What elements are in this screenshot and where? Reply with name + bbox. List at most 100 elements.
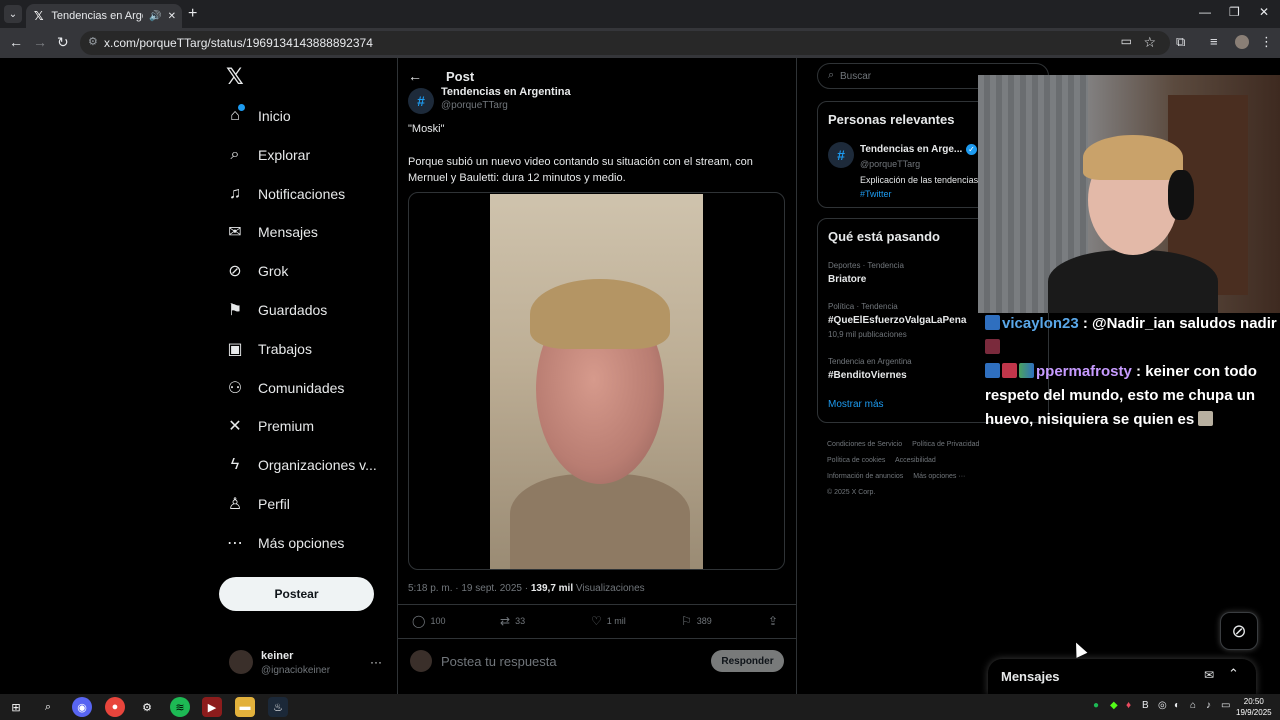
nav-item-premium[interactable]: ✕ Premium — [226, 417, 314, 435]
back-icon[interactable]: ← — [9, 34, 23, 50]
nav-item-notificaciones[interactable]: ♫ Notificaciones — [226, 185, 345, 203]
address-bar[interactable]: ⚙ x.com/porqueTTarg/status/1969134143888… — [80, 31, 1170, 55]
tray-bluetooth-icon[interactable]: B — [1142, 700, 1149, 711]
windows-taskbar: ⊞ ⌕ ◉ ● ⚙ ≋ ▶ ▬ ♨ ● ◆ ♦ B ◎ ◐ ⌂ ♪ ▭ — [0, 694, 1280, 720]
settings-icon[interactable]: ⚙ — [137, 697, 157, 717]
profile-avatar[interactable] — [1235, 35, 1249, 49]
tab-search-icon[interactable]: ⌄ — [4, 5, 22, 23]
author-avatar[interactable]: # — [408, 88, 434, 114]
install-app-icon[interactable]: ▭ — [1121, 34, 1132, 48]
new-message-icon[interactable]: ✉ — [1204, 668, 1214, 682]
messages-drawer[interactable]: Mensajes ✉ ⌃ — [988, 659, 1256, 695]
menu-icon[interactable]: ⋮ — [1260, 34, 1273, 50]
trend-name[interactable]: #QueElEsfuerzoValgaLaPena — [828, 315, 966, 326]
nav-item-grok[interactable]: ⊘ Grok — [226, 262, 288, 280]
tray-app-icon[interactable]: ◐ — [1174, 700, 1180, 711]
nav-item-comunidades[interactable]: ⚇ Comunidades — [226, 379, 345, 397]
close-tab-icon[interactable]: ✕ — [168, 11, 176, 22]
video-person-shirt — [510, 474, 690, 569]
account-avatar[interactable] — [229, 650, 253, 674]
chat-badge-icon — [1002, 363, 1017, 378]
tray-battery-icon[interactable]: ▭ — [1221, 700, 1230, 711]
share-action[interactable]: ⇪ — [768, 614, 778, 628]
footer-link[interactable]: Política de cookies — [827, 457, 885, 464]
nav-item-trabajos[interactable]: ▣ Trabajos — [226, 340, 312, 358]
like-count: 1 mil — [606, 616, 626, 626]
tray-volume-icon[interactable]: ♪ — [1206, 700, 1211, 711]
trend-name[interactable]: #BenditoViernes — [828, 370, 907, 381]
trend-name[interactable]: Briatore — [828, 274, 866, 285]
reload-icon[interactable]: ↻ — [57, 34, 69, 51]
nav-label: Perfil — [258, 496, 290, 512]
restore-icon[interactable]: ❐ — [1229, 5, 1240, 19]
reply-input[interactable]: Postea tu respuesta — [441, 654, 557, 669]
nav-item-organizaciones[interactable]: ϟ Organizaciones v... — [226, 456, 377, 474]
speaker-icon[interactable]: 🔊 — [149, 11, 161, 22]
footer-link[interactable]: Accesibilidad — [895, 457, 936, 464]
spotify-icon[interactable]: ≋ — [170, 697, 190, 717]
tray-mic-icon[interactable]: ♦ — [1126, 700, 1131, 711]
back-arrow-icon[interactable]: ← — [408, 68, 422, 84]
taskbar-clock[interactable]: 20:50 19/9/2025 — [1236, 696, 1272, 718]
like-action[interactable]: ♡ 1 mil — [591, 614, 626, 628]
relevant-avatar[interactable]: # — [828, 142, 854, 168]
author-name[interactable]: Tendencias en Argentina — [441, 86, 571, 98]
author-handle[interactable]: @porqueTTarg — [441, 100, 508, 111]
show-more-link[interactable]: Mostrar más — [828, 399, 884, 410]
nav-item-guardados[interactable]: ⚑ Guardados — [226, 301, 327, 319]
trend-count: 10,9 mil publicaciones — [828, 330, 907, 339]
post-timestamp[interactable]: 5:18 p. m. · 19 sept. 2025 · — [408, 583, 531, 594]
reply-button[interactable]: Responder — [711, 650, 784, 672]
repost-action[interactable]: ⇄ 33 — [500, 614, 525, 628]
footer-link[interactable]: Condiciones de Servicio — [827, 441, 902, 448]
reply-action[interactable]: ◯ 100 — [412, 614, 445, 628]
chrome-icon[interactable]: ● — [105, 697, 125, 717]
bookmark-action[interactable]: ⚐ 389 — [681, 614, 712, 628]
forward-icon[interactable]: → — [33, 34, 47, 50]
account-handle[interactable]: @ignaciokeiner — [261, 665, 330, 676]
search-icon[interactable]: ⌕ — [38, 697, 58, 717]
file-explorer-icon[interactable]: ▬ — [235, 697, 255, 717]
video-app-icon[interactable]: ▶ — [202, 697, 222, 717]
browser-tab[interactable]: 𝕏 Tendencias en Argentina en... 🔊 ✕ — [26, 4, 182, 28]
site-info-icon[interactable]: ⚙ — [88, 35, 98, 48]
minimize-icon[interactable]: — — [1199, 5, 1211, 19]
post-video[interactable] — [408, 192, 785, 570]
tray-kick-icon[interactable]: ◆ — [1110, 700, 1118, 711]
account-more-icon[interactable]: ··· — [370, 655, 382, 669]
bookmark-star-icon[interactable]: ☆ — [1143, 34, 1156, 51]
relevant-handle[interactable]: @porqueTTarg — [860, 159, 920, 169]
footer-link[interactable]: Información de anuncios — [827, 473, 903, 480]
extensions-icon[interactable]: ⧉ — [1176, 34, 1185, 50]
footer-link[interactable]: Más opciones ··· — [913, 473, 965, 480]
x-logo-icon[interactable]: 𝕏 — [226, 64, 244, 90]
tray-spotify-icon[interactable]: ● — [1093, 700, 1099, 711]
browser-toolbar: ← → ↻ ⚙ x.com/porqueTTarg/status/1969134… — [0, 28, 1280, 58]
windows-start-icon[interactable]: ⊞ — [6, 697, 26, 717]
tray-network-icon[interactable]: ⌂ — [1190, 700, 1196, 711]
nav-item-explorar[interactable]: ⌕ Explorar — [226, 146, 311, 164]
footer-link[interactable]: Política de Privacidad — [912, 441, 979, 448]
video-frame[interactable] — [490, 194, 703, 569]
relevant-name[interactable]: Tendencias en Arge... — [860, 144, 962, 155]
nav-item-mensajes[interactable]: ✉ Mensajes — [226, 223, 318, 241]
new-tab-icon[interactable]: + — [188, 5, 197, 23]
grok-floating-icon[interactable]: ⊘ — [1220, 612, 1258, 650]
lightning-icon: ϟ — [230, 456, 240, 473]
expand-drawer-icon[interactable]: ⌃ — [1228, 666, 1239, 682]
media-control-icon[interactable]: ≡ — [1210, 34, 1218, 49]
relevant-title: Personas relevantes — [828, 112, 955, 127]
post-button[interactable]: Postear — [219, 577, 374, 611]
nav-item-mas-opciones[interactable]: ⋯ Más opciones — [226, 534, 344, 552]
tray-steam-icon[interactable]: ◎ — [1158, 700, 1167, 711]
grok-icon: ⊘ — [228, 263, 242, 280]
repost-count: 33 — [515, 616, 526, 626]
discord-icon[interactable]: ◉ — [72, 697, 92, 717]
steam-icon[interactable]: ♨ — [268, 697, 288, 717]
footer-links: Condiciones de Servicio Política de Priv… — [827, 437, 1027, 501]
close-window-icon[interactable]: ✕ — [1259, 5, 1269, 19]
relevant-hashtag[interactable]: #Twitter — [860, 189, 892, 199]
account-name[interactable]: keiner — [261, 650, 293, 662]
nav-item-inicio[interactable]: ⌂ Inicio — [226, 107, 291, 125]
nav-item-perfil[interactable]: ♙ Perfil — [226, 495, 290, 513]
